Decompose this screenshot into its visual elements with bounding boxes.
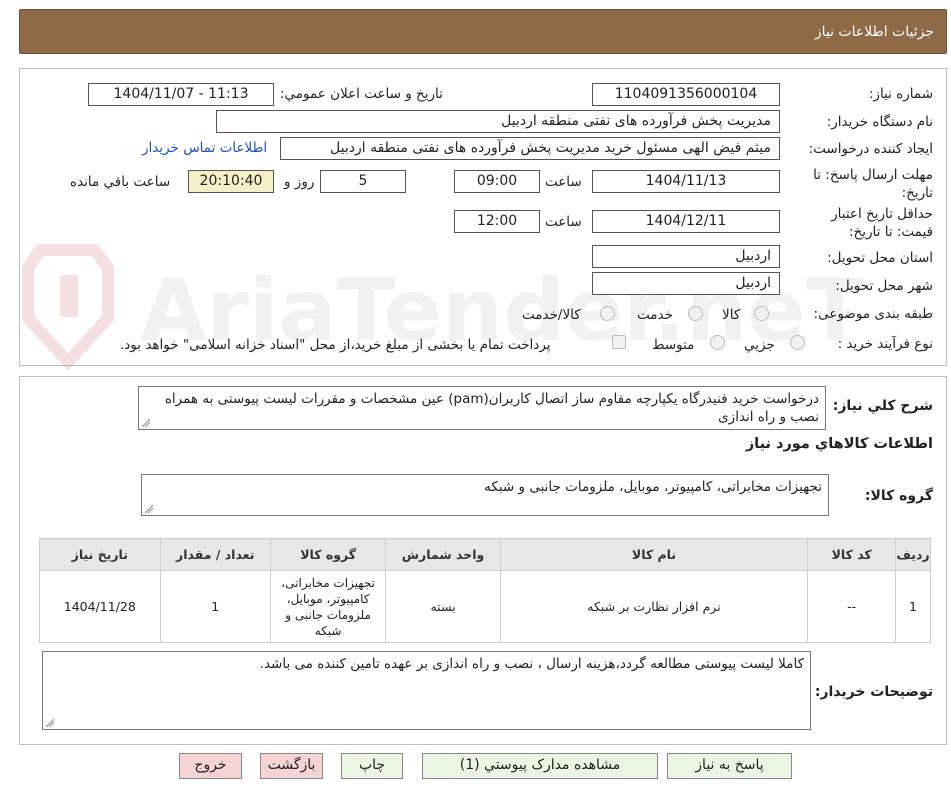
- remaining-time-label: ساعت باقي مانده: [70, 174, 171, 190]
- goods-group-label: گروه کالا:: [864, 488, 933, 504]
- category-option-goods: کالا: [722, 307, 741, 323]
- reply-button[interactable]: پاسخ به نياز: [667, 753, 792, 779]
- process-option-minor: جزيي: [744, 337, 775, 353]
- province-label: استان محل تحويل:: [827, 250, 933, 266]
- col-header-group: گروه کالا: [269, 538, 387, 571]
- col-header-qty: تعداد / مقدار: [159, 538, 271, 571]
- city-label: شهر محل تحويل:: [835, 278, 933, 294]
- col-header-index: رديف: [895, 538, 931, 571]
- deadline-label: مهلت ارسال پاسخ: تا تاريخ:: [813, 167, 933, 201]
- buyer-field: مديريت پخش فرآورده هاى نفتى منطقه اردبيل: [216, 110, 780, 133]
- cell-date: 1404/11/28: [39, 570, 161, 643]
- buyer-contact-link[interactable]: اطلاعات تماس خريدار: [142, 140, 267, 156]
- cell-group: تجهیزات مخابراتی، کامپیوتر، موبایل، ملزو…: [269, 570, 387, 643]
- goods-group-text: تجهیزات مخابراتی، کامپیوتر، موبایل، ملزو…: [484, 479, 822, 495]
- validity-date-field: 1404/12/11: [592, 210, 780, 233]
- description-label: شرح کلي نياز:: [832, 398, 933, 414]
- goods-section-title: اطلاعات کالاهاي مورد نياز: [745, 436, 933, 452]
- cell-qty: 1: [159, 570, 271, 643]
- process-option-medium: متوسط: [652, 337, 695, 353]
- back-button[interactable]: بازگشت: [260, 753, 323, 779]
- category-radio-goods[interactable]: [754, 306, 769, 321]
- announce-label: تاریخ و ساعت اعلان عمومي:: [280, 86, 443, 102]
- treasury-payment-note: پرداخت تمام يا بخشی از مبلغ خريد،از محل …: [120, 337, 551, 353]
- description-text: درخواست خرید فنیدرگاه یکپارچه مقاوم ساز …: [164, 391, 819, 425]
- col-header-date: تاريخ نياز: [39, 538, 161, 571]
- creator-field: میثم فیض الهی مسئول خرید مديريت پخش فرآو…: [280, 137, 780, 160]
- resize-grip-icon[interactable]: [46, 719, 54, 727]
- goods-table: رديف کد کالا نام کالا واحد شمارش گروه کا…: [39, 538, 931, 643]
- buyer-notes-label: توضيحات خريدار:: [814, 684, 933, 700]
- category-radio-goods-service[interactable]: [600, 306, 615, 321]
- deadline-time-field: 09:00: [454, 170, 540, 193]
- deadline-date-field: 1404/11/13: [592, 170, 780, 193]
- print-button[interactable]: چاپ: [341, 753, 403, 779]
- validity-time-label: ساعت: [545, 214, 582, 230]
- remaining-time-field: 20:10:40: [188, 170, 274, 193]
- page-header: جزئیات اطلاعات نیاز: [19, 9, 947, 54]
- deadline-time-label: ساعت: [545, 174, 582, 190]
- cell-unit: بسته: [385, 570, 501, 643]
- col-header-unit: واحد شمارش: [385, 538, 501, 571]
- resize-grip-icon[interactable]: [142, 419, 150, 427]
- need-number-field: 1104091356000104: [592, 83, 780, 106]
- category-label: طبقه بندی موضوعی:: [813, 306, 933, 322]
- cell-name: نرم افزار نظارت بر شبکه: [499, 570, 809, 643]
- table-row: 1 -- نرم افزار نظارت بر شبکه بسته تجهیزا…: [39, 570, 931, 643]
- category-radio-service[interactable]: [688, 306, 703, 321]
- cell-code: --: [807, 570, 897, 643]
- resize-grip-icon[interactable]: [145, 505, 153, 513]
- page-title: جزئیات اطلاعات نیاز: [814, 24, 934, 40]
- description-textarea: درخواست خرید فنیدرگاه یکپارچه مقاوم ساز …: [138, 386, 826, 430]
- table-header-row: رديف کد کالا نام کالا واحد شمارش گروه کا…: [39, 538, 931, 571]
- days-label: روز و: [284, 174, 315, 190]
- buyer-notes-textarea: کاملا لیست پیوستی مطالعه گردد،هزینه ارسا…: [42, 651, 811, 730]
- col-header-code: کد کالا: [807, 538, 897, 571]
- province-field: اردبيل: [592, 245, 780, 268]
- buyer-notes-text: کاملا لیست پیوستی مطالعه گردد،هزینه ارسا…: [259, 656, 804, 672]
- category-option-goods-service: کالا/خدمت: [522, 307, 581, 323]
- treasury-payment-checkbox[interactable]: [612, 335, 626, 349]
- cell-index: 1: [895, 570, 931, 643]
- category-option-service: خدمت: [637, 307, 673, 323]
- days-remaining-field: 5: [320, 170, 406, 193]
- buyer-label: نام دستگاه خريدار:: [826, 114, 933, 130]
- validity-label: حداقل تاريخ اعتبار قيمت: تا تاريخ:: [831, 206, 933, 240]
- process-radio-minor[interactable]: [790, 335, 805, 350]
- process-label: نوع فرآيند خريد :: [837, 336, 933, 352]
- process-radio-medium[interactable]: [710, 335, 725, 350]
- announce-field: 1404/11/07 - 11:13: [88, 83, 274, 106]
- goods-group-textarea: تجهیزات مخابراتی، کامپیوتر، موبایل، ملزو…: [141, 474, 829, 516]
- validity-time-field: 12:00: [454, 210, 540, 233]
- city-field: اردبيل: [592, 272, 780, 295]
- col-header-name: نام کالا: [499, 538, 809, 571]
- creator-label: ايجاد کننده درخواست:: [808, 141, 933, 157]
- exit-button[interactable]: خروج: [179, 753, 242, 779]
- view-attachments-button[interactable]: مشاهده مدارک پيوستي (1): [422, 753, 658, 779]
- need-number-label: شماره نیاز:: [868, 86, 933, 102]
